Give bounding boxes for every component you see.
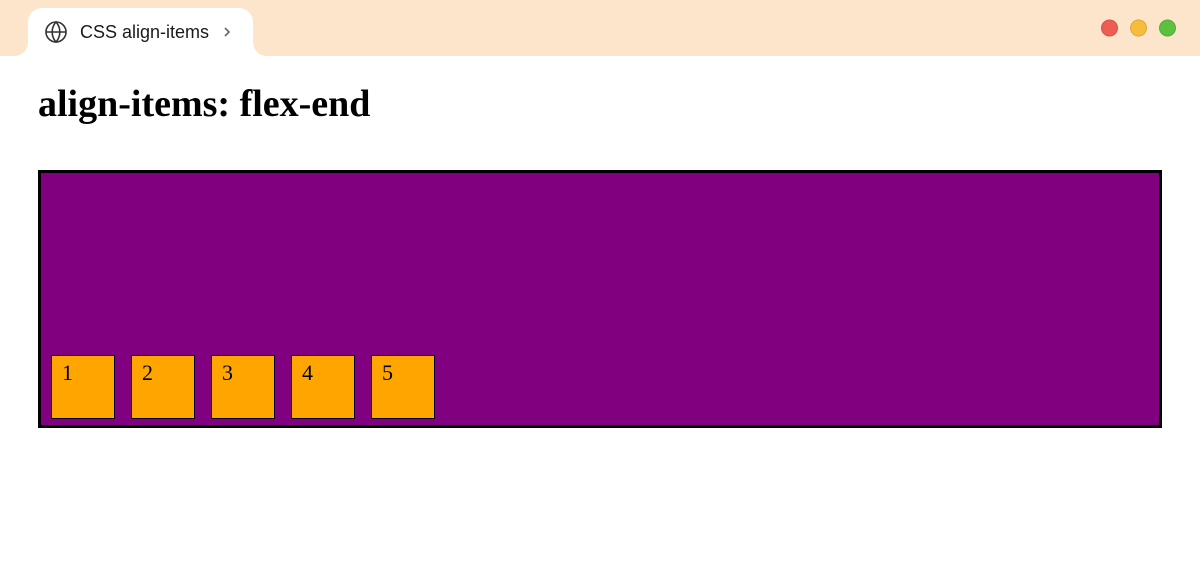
browser-tab[interactable]: CSS align-items: [28, 8, 253, 56]
browser-chrome: CSS align-items: [0, 0, 1200, 56]
flex-container: 1 2 3 4 5: [38, 170, 1162, 428]
tab-title: CSS align-items: [80, 22, 209, 43]
flex-item: 2: [131, 355, 195, 419]
maximize-icon[interactable]: [1159, 20, 1176, 37]
flex-item: 5: [371, 355, 435, 419]
page-content: align-items: flex-end 1 2 3 4 5: [0, 56, 1200, 454]
flex-item: 3: [211, 355, 275, 419]
chevron-right-icon: [221, 22, 233, 43]
close-icon[interactable]: [1101, 20, 1118, 37]
window-controls: [1101, 20, 1176, 37]
flex-item: 1: [51, 355, 115, 419]
globe-icon: [44, 20, 68, 44]
minimize-icon[interactable]: [1130, 20, 1147, 37]
page-title: align-items: flex-end: [38, 82, 1162, 126]
flex-item: 4: [291, 355, 355, 419]
